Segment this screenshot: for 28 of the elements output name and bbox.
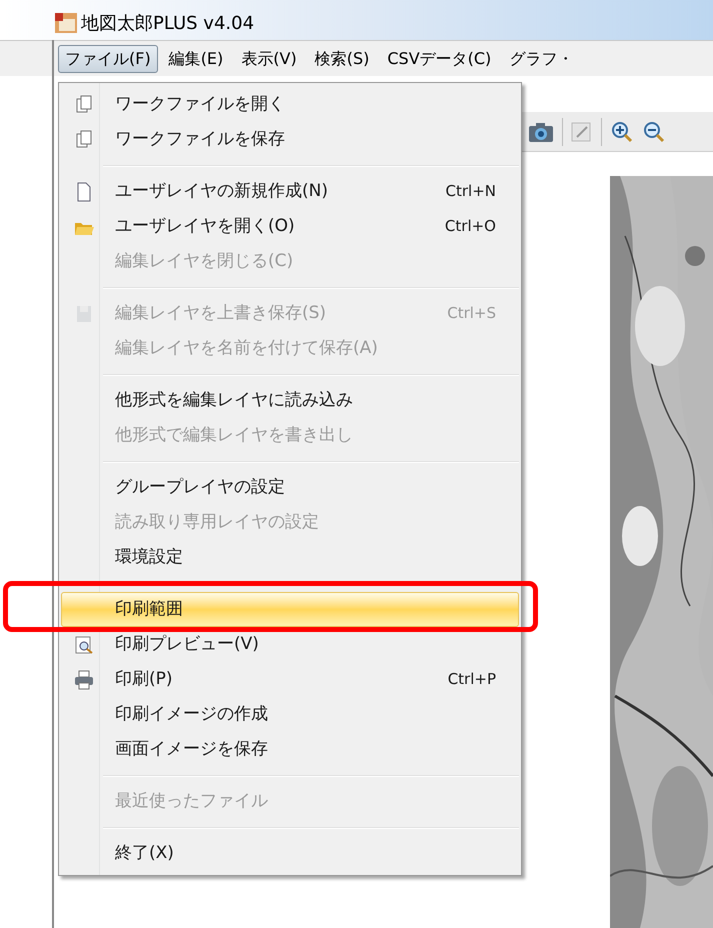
menu-item[interactable]: グラフ・: [502, 44, 580, 72]
menu-item[interactable]: 表示(V): [234, 44, 304, 72]
menu-item[interactable]: ユーザレイヤを開く(O) Ctrl+O: [61, 209, 519, 244]
menu-item[interactable]: 印刷プレビュー(V): [61, 627, 519, 662]
menu-item[interactable]: ワークファイルを保存: [61, 122, 519, 157]
magnifier-icon: [74, 635, 94, 655]
printer-icon: [74, 670, 94, 690]
menu-item[interactable]: 印刷イメージの作成: [61, 697, 519, 732]
menu-item[interactable]: 検索(S): [308, 44, 376, 72]
zoom-in-icon[interactable]: [610, 120, 634, 144]
menu-item[interactable]: 他形式を編集レイヤに読み込み: [61, 383, 519, 418]
copy-icon: [74, 130, 94, 150]
menu-item[interactable]: 環境設定: [61, 540, 519, 575]
menu-item[interactable]: 印刷(P) Ctrl+P: [61, 662, 519, 697]
menu-item[interactable]: ユーザレイヤの新規作成(N) Ctrl+N: [61, 174, 519, 209]
app-logo-icon: [55, 13, 77, 33]
menu-item[interactable]: ファイル(F): [58, 44, 158, 72]
menu-item[interactable]: ワークファイルを開く: [61, 87, 519, 122]
menu-item[interactable]: 終了(X): [61, 836, 519, 871]
copy-icon: [74, 95, 94, 115]
camera-icon[interactable]: [528, 120, 554, 142]
menu-item[interactable]: 編集(E): [162, 44, 230, 72]
menu-item[interactable]: 画面イメージを保存: [61, 732, 519, 767]
menu-item[interactable]: CSVデータ(C): [380, 44, 498, 72]
window-title: 地図太郎PLUS v4.04: [81, 12, 254, 36]
zoom-out-icon[interactable]: [642, 120, 666, 144]
menu-item[interactable]: グループレイヤの設定: [61, 470, 519, 505]
menu-item[interactable]: 印刷範囲: [61, 592, 519, 627]
